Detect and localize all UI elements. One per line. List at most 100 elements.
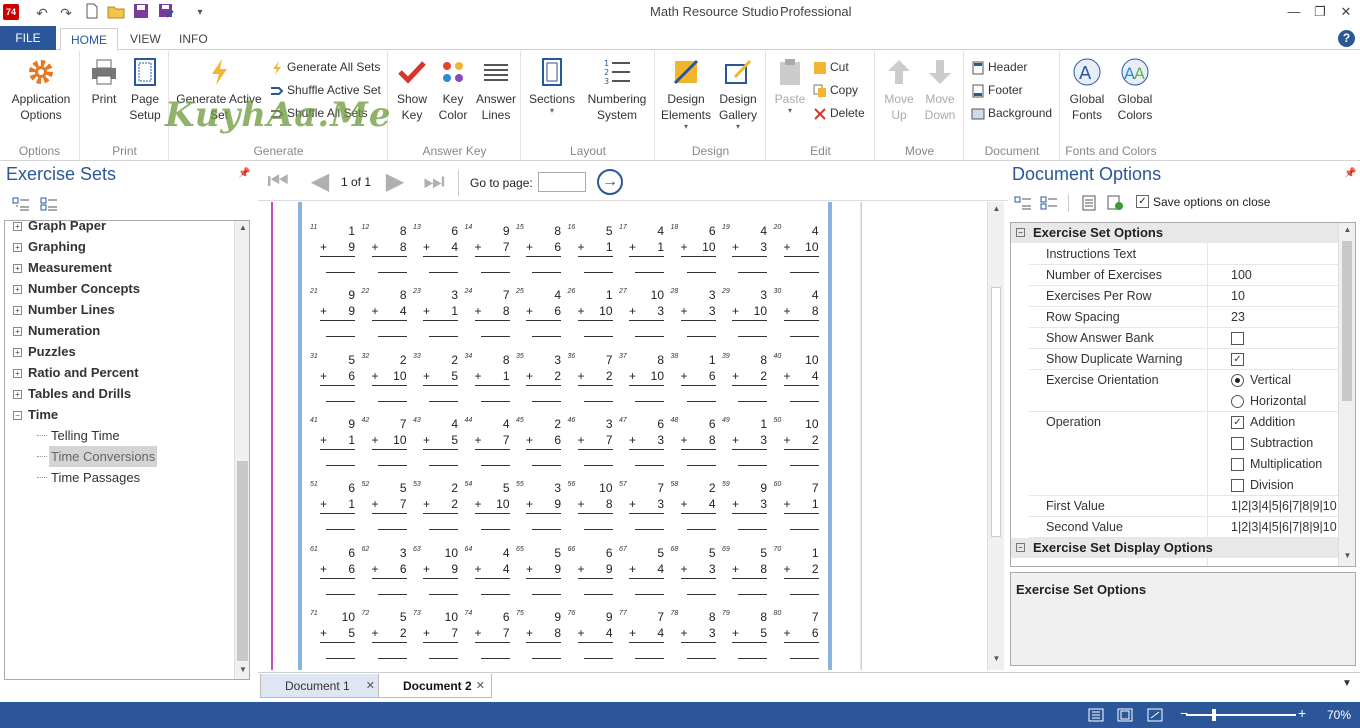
property-number-of-exercises[interactable]: Number of Exercises 100	[1029, 265, 1339, 286]
zoom-slider-thumb[interactable]	[1212, 709, 1216, 721]
property-show-duplicate-warning[interactable]: Show Duplicate Warning ✓	[1029, 349, 1339, 370]
generate-all-sets-button[interactable]: Generate All Sets	[270, 57, 380, 77]
radio-horizontal[interactable]	[1231, 395, 1244, 409]
tree-folder-item[interactable]: + Tables and Drills	[13, 383, 131, 404]
tree-folder-item[interactable]: + Measurement	[13, 257, 112, 278]
tree-leaf-item[interactable]: Time Passages	[37, 467, 142, 488]
property-first-value[interactable]: First Value 1|2|3|4|5|6|7|8|9|10	[1029, 496, 1339, 517]
background-button[interactable]: Background	[971, 103, 1052, 123]
next-page-icon[interactable]: ▶	[381, 168, 409, 196]
global-colors-button[interactable]: AA Global Colors	[1111, 57, 1159, 123]
property-row-spacing[interactable]: Row Spacing 23	[1029, 307, 1339, 328]
operation-addition-option[interactable]: ✓ Addition	[1231, 412, 1295, 433]
document-properties-icon[interactable]	[1080, 195, 1098, 211]
subtraction-checkbox[interactable]	[1231, 437, 1244, 451]
multiplication-checkbox[interactable]	[1231, 458, 1244, 472]
tab-home[interactable]: HOME	[60, 28, 118, 51]
tree-folder-item[interactable]: + Numeration	[13, 320, 100, 341]
tree-folder-item[interactable]: + Graph Paper	[13, 221, 106, 236]
tree-leaf-item[interactable]: Time Conversions	[37, 446, 158, 467]
category-exercise-set-display-options[interactable]: − Exercise Set Display Options	[1011, 538, 1339, 558]
tree-vertical-scrollbar[interactable]: ▲ ▼	[234, 221, 249, 679]
header-button[interactable]: Header	[971, 57, 1027, 77]
restore-button[interactable]: ❐	[1308, 2, 1332, 22]
expand-icon[interactable]: +	[13, 306, 22, 316]
new-document-icon[interactable]	[82, 3, 102, 23]
expand-icon[interactable]: +	[13, 327, 22, 337]
open-folder-icon[interactable]	[106, 3, 126, 23]
property-operation[interactable]: Operation ✓ Addition Subtraction Multipli…	[1029, 412, 1339, 496]
tree-folder-item[interactable]: + Puzzles	[13, 341, 76, 362]
expand-icon[interactable]: +	[13, 369, 22, 379]
addition-checkbox[interactable]: ✓	[1231, 416, 1244, 430]
design-gallery-button[interactable]: Design Gallery ▾	[712, 57, 764, 131]
design-elements-button[interactable]: Design Elements ▾	[660, 57, 712, 131]
normal-view-icon[interactable]	[1088, 708, 1104, 722]
tab-file[interactable]: FILE	[0, 26, 56, 50]
category-exercise-set-options[interactable]: − Exercise Set Options	[1011, 223, 1339, 243]
operation-division-option[interactable]: Division	[1231, 475, 1294, 496]
show-key-button[interactable]: Show Key	[391, 57, 433, 123]
redo-icon[interactable]: ↷	[56, 3, 76, 23]
zoom-in-icon[interactable]: +	[1298, 705, 1306, 721]
global-fonts-button[interactable]: A Global Fonts	[1063, 57, 1111, 123]
expand-icon[interactable]: +	[13, 348, 22, 358]
delete-button[interactable]: Delete	[813, 103, 865, 123]
operation-multiplication-option[interactable]: Multiplication	[1231, 454, 1322, 475]
undo-icon[interactable]: ↶	[32, 3, 52, 23]
pin-icon[interactable]: 📌	[1344, 168, 1356, 179]
go-arrow-icon[interactable]: →	[597, 169, 623, 195]
previous-page-icon[interactable]: ◀	[306, 168, 334, 196]
expand-icon[interactable]: +	[13, 222, 22, 232]
refresh-options-icon[interactable]	[1106, 195, 1124, 211]
move-down-button[interactable]: Move Down	[918, 57, 962, 123]
go-to-page-input[interactable]	[538, 172, 586, 192]
pin-icon[interactable]: 📌	[238, 168, 250, 179]
tab-document-1[interactable]: Document 1 ✕	[260, 674, 382, 698]
tree-leaf-item[interactable]: Telling Time	[37, 425, 122, 446]
answer-bank-checkbox[interactable]	[1231, 332, 1244, 346]
paste-button[interactable]: Paste ▾	[769, 57, 811, 115]
tab-view[interactable]: VIEW	[122, 28, 169, 50]
app-icon[interactable]: 74	[3, 4, 19, 20]
print-button[interactable]: Print	[85, 57, 123, 107]
page-setup-button[interactable]: Page Setup	[125, 57, 165, 123]
tree-folder-item[interactable]: + Number Lines	[13, 299, 115, 320]
answer-lines-button[interactable]: Answer Lines	[473, 57, 519, 123]
minimize-button[interactable]: —	[1282, 2, 1306, 22]
expand-icon[interactable]: +	[13, 285, 22, 295]
property-grid-scrollbar[interactable]: ▲ ▼	[1338, 223, 1355, 566]
categorized-view-icon[interactable]	[1014, 195, 1032, 211]
save-options-checkbox[interactable]: ✓	[1136, 195, 1149, 208]
orientation-horizontal-option[interactable]: Horizontal	[1231, 391, 1306, 412]
tree-folder-item[interactable]: − Time	[13, 404, 58, 425]
application-options-button[interactable]: Application Options	[6, 57, 76, 123]
fullscreen-view-icon[interactable]	[1147, 708, 1163, 722]
save-icon[interactable]	[131, 3, 151, 23]
collapse-all-icon[interactable]	[12, 196, 30, 212]
collapse-icon[interactable]: −	[13, 411, 22, 421]
property-exercises-per-row[interactable]: Exercises Per Row 10	[1029, 286, 1339, 307]
duplicate-warning-checkbox[interactable]: ✓	[1231, 353, 1244, 367]
radio-vertical[interactable]	[1231, 374, 1244, 388]
tree-folder-item[interactable]: + Ratio and Percent	[13, 362, 139, 383]
property-show-answer-bank[interactable]: Show Answer Bank	[1029, 328, 1339, 349]
expand-icon[interactable]: +	[13, 264, 22, 274]
alphabetical-view-icon[interactable]	[1040, 195, 1058, 211]
operation-subtraction-option[interactable]: Subtraction	[1231, 433, 1313, 454]
collapse-icon[interactable]: −	[1016, 543, 1025, 552]
footer-button[interactable]: Footer	[971, 80, 1023, 100]
help-icon[interactable]: ?	[1338, 30, 1355, 47]
first-page-icon[interactable]: ⏮	[264, 168, 292, 196]
division-checkbox[interactable]	[1231, 479, 1244, 493]
tree-folder-item[interactable]: + Number Concepts	[13, 278, 140, 299]
expand-all-icon[interactable]	[40, 196, 58, 212]
save-as-icon[interactable]	[156, 3, 176, 23]
sections-button[interactable]: Sections ▾	[526, 57, 578, 115]
tree-folder-item[interactable]: + Graphing	[13, 236, 86, 257]
property-second-value[interactable]: Second Value 1|2|3|4|5|6|7|8|9|10	[1029, 517, 1339, 538]
tab-list-dropdown-icon[interactable]: ▼	[1342, 678, 1352, 689]
collapse-icon[interactable]: −	[1016, 228, 1025, 237]
zoom-out-icon[interactable]: −	[1180, 705, 1188, 721]
last-page-icon[interactable]: ⏭	[420, 168, 448, 196]
